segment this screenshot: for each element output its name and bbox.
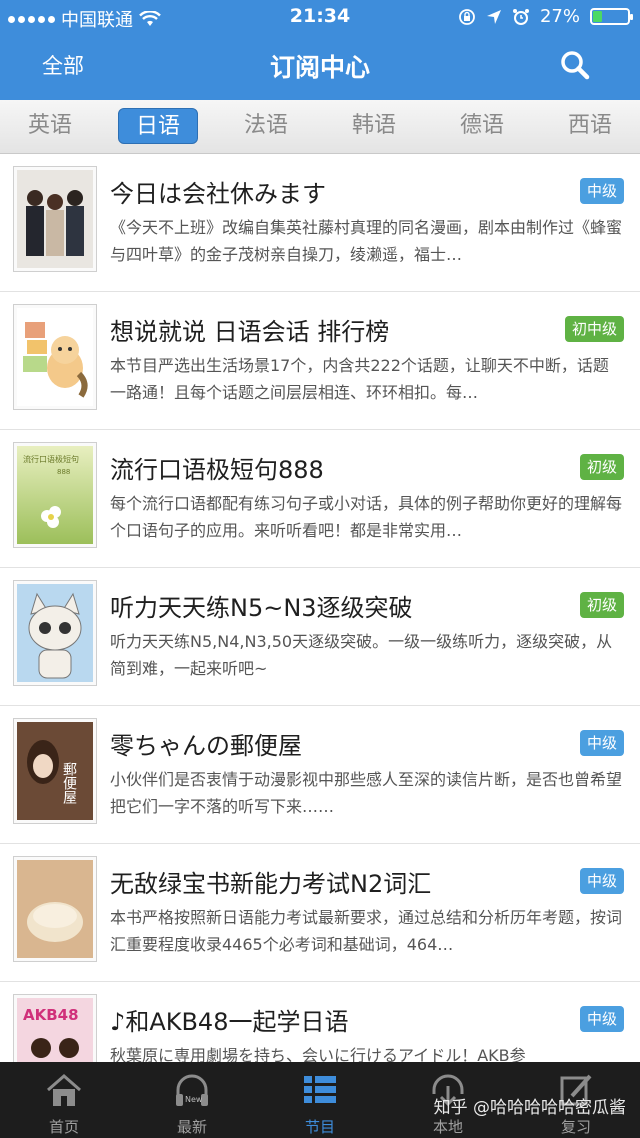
search-icon[interactable]: [560, 50, 590, 80]
tab-home[interactable]: 首页: [0, 1062, 128, 1138]
tab-latest[interactable]: New 最新: [128, 1062, 256, 1138]
level-badge: 中级: [579, 178, 624, 204]
alarm-icon: [512, 8, 529, 25]
list-item[interactable]: AKB48 ♪和AKB48一起学日语 秋葉原に専用劇場を持ち、会いに行けるアイド…: [0, 982, 640, 1062]
cover-drama: [17, 170, 93, 268]
item-description: 每个流行口语都配有练习句子或小对话，具体的例子帮助你更好的理解每个口语句子的应用…: [110, 494, 622, 540]
new-badge: New: [185, 1095, 203, 1104]
app-header: 中国联通 21:34 27% 全部 订阅中心: [0, 0, 640, 100]
cover-flower: 流行口语极短句 888: [17, 446, 93, 544]
level-badge: 中级: [579, 1006, 624, 1032]
cover-bread: [17, 860, 93, 958]
cover-text: 流行口语极短句: [23, 454, 79, 464]
item-title: 听力天天练N5~N3逐级突破: [110, 594, 413, 622]
rotation-lock-icon: [459, 8, 475, 25]
tab-spanish[interactable]: 西语: [550, 108, 630, 144]
level-badge: 中级: [579, 868, 624, 894]
cover-text: 郵便屋: [61, 762, 77, 805]
item-description: 本节目严选出生活场景17个，内含共222个话题，让聊天不中断，话题一路通！且每个…: [110, 356, 609, 402]
battery-level: [593, 11, 602, 22]
item-title: ♪和AKB48一起学日语: [110, 1008, 349, 1036]
cover-image: [13, 856, 97, 962]
item-description: 《今天不上班》改编自集英社藤村真理的同名漫画，剧本由制作过《蜂蜜与四叶草》的金子…: [110, 218, 622, 264]
tab-label: 复习: [560, 1118, 591, 1136]
item-title: 想说就说 日语会话 排行榜: [110, 318, 390, 346]
cover-subtext: 888: [57, 468, 70, 476]
status-bar: 中国联通 21:34 27%: [0, 0, 640, 34]
language-tabs: 英语 日语 法语 韩语 德语 西语: [0, 100, 640, 154]
cover-cat: [17, 584, 93, 682]
tab-french[interactable]: 法语: [226, 108, 306, 144]
cover-anime: 郵便屋: [17, 722, 93, 820]
tab-korean[interactable]: 韩语: [334, 108, 414, 144]
tab-label: 最新: [176, 1118, 207, 1136]
watermark: 知乎 @哈哈哈哈哈密瓜酱: [433, 1098, 626, 1118]
list-item[interactable]: 想说就说 日语会话 排行榜 本节目严选出生活场景17个，内含共222个话题，让聊…: [0, 292, 640, 430]
cover-raccoon: [17, 308, 93, 406]
cover-image: 流行口语极短句 888: [13, 442, 97, 548]
item-title: 零ちゃんの郵便屋: [110, 732, 302, 760]
level-badge: 中级: [579, 730, 624, 756]
cover-text: AKB48: [23, 1006, 79, 1024]
cover-image: AKB48: [13, 994, 97, 1062]
list-icon: [304, 1076, 336, 1103]
home-icon: [47, 1074, 81, 1106]
tab-label: 节目: [304, 1118, 335, 1136]
item-description: 秋葉原に専用劇場を持ち、会いに行けるアイドル！AKB参: [110, 1046, 526, 1062]
status-right: 27%: [458, 6, 633, 27]
item-description: 听力天天练N5,N4,N3,50天逐级突破。一级一级练听力，逐级突破，从简到难，…: [110, 632, 613, 678]
list-item[interactable]: 今日は会社休みます 《今天不上班》改编自集英社藤村真理的同名漫画，剧本由制作过《…: [0, 154, 640, 292]
cover-image: 郵便屋: [13, 718, 97, 824]
cover-akb: AKB48: [17, 998, 93, 1062]
tab-programs[interactable]: 节目: [256, 1062, 384, 1138]
cover-image: [13, 304, 97, 410]
tab-label: 本地: [432, 1118, 463, 1136]
tab-english[interactable]: 英语: [10, 108, 90, 144]
level-badge: 初中级: [564, 316, 624, 342]
item-description: 小伙伴们是否衷情于动漫影视中那些感人至深的读信片断，是否也曾希望把它们一字不落的…: [110, 770, 622, 816]
page-title: 订阅中心: [269, 53, 370, 82]
tab-german[interactable]: 德语: [442, 108, 522, 144]
headphones-new-icon: New: [176, 1074, 208, 1106]
item-title: 无敌绿宝书新能力考试N2词汇: [110, 870, 432, 898]
list-item[interactable]: 听力天天练N5~N3逐级突破 听力天天练N5,N4,N3,50天逐级突破。一级一…: [0, 568, 640, 706]
battery-icon: [590, 8, 633, 25]
cover-image: [13, 580, 97, 686]
item-title: 今日は会社休みます: [110, 180, 326, 208]
item-description: 本书严格按照新日语能力考试最新要求，通过总结和分析历年考题，按词汇重要程度收录4…: [110, 908, 622, 954]
level-badge: 初级: [579, 592, 624, 618]
list-item[interactable]: 无敌绿宝书新能力考试N2词汇 本书严格按照新日语能力考试最新要求，通过总结和分析…: [0, 844, 640, 982]
cover-image: [13, 166, 97, 272]
list-item[interactable]: 流行口语极短句 888 流行口语极短句888 每个流行口语都配有练习句子或小对话…: [0, 430, 640, 568]
level-badge: 初级: [579, 454, 624, 480]
item-title: 流行口语极短句888: [110, 456, 324, 484]
tab-japanese[interactable]: 日语: [118, 108, 198, 144]
program-list: 今日は会社休みます 《今天不上班》改编自集英社藤村真理的同名漫画，剧本由制作过《…: [0, 154, 640, 1062]
location-icon: [486, 9, 501, 24]
battery-percent: 27%: [539, 6, 580, 27]
list-item[interactable]: 郵便屋 零ちゃんの郵便屋 小伙伴们是否衷情于动漫影视中那些感人至深的读信片断，是…: [0, 706, 640, 844]
tab-label: 首页: [48, 1118, 79, 1136]
